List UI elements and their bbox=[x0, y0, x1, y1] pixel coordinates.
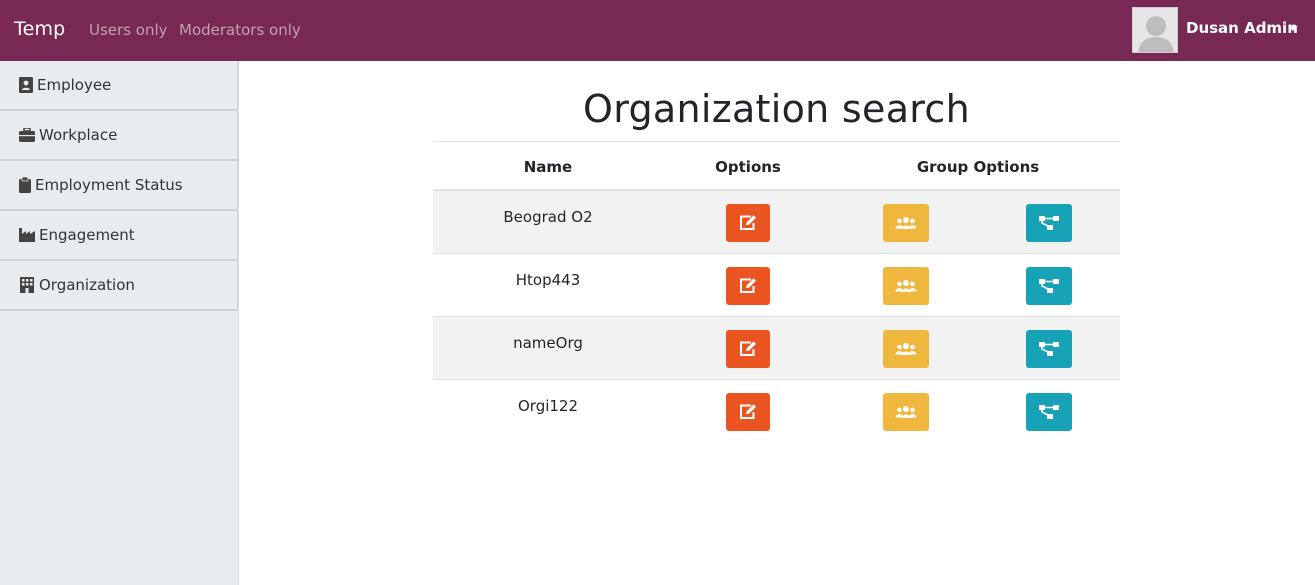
table-row: Htop443 bbox=[433, 254, 1120, 317]
table-header: Name Options Group Options bbox=[433, 141, 1120, 191]
sitemap-icon bbox=[1039, 405, 1059, 419]
edit-icon bbox=[740, 404, 756, 419]
users-icon bbox=[895, 280, 917, 292]
main-content: Organization search Name Options Group O… bbox=[239, 61, 1315, 585]
building-icon bbox=[20, 277, 34, 293]
table-row: Beograd O2 bbox=[433, 191, 1120, 254]
edit-icon bbox=[740, 278, 756, 293]
nav-users-only[interactable]: Users only bbox=[89, 21, 168, 39]
sidebar-item-employee[interactable]: Employee bbox=[0, 61, 238, 111]
sitemap-icon bbox=[1039, 342, 1059, 356]
organization-table: Name Options Group Options Beograd O2 Ht… bbox=[433, 141, 1120, 443]
address-card-icon bbox=[19, 77, 33, 93]
user-silhouette-icon bbox=[1133, 8, 1177, 52]
sitemap-icon bbox=[1039, 279, 1059, 293]
group-members-button[interactable] bbox=[883, 330, 929, 368]
industry-icon bbox=[19, 228, 35, 242]
column-header-options: Options bbox=[715, 158, 781, 176]
sidebar-item-workplace[interactable]: Workplace bbox=[0, 111, 238, 161]
hierarchy-button[interactable] bbox=[1026, 330, 1072, 368]
sidebar-item-label: Employment Status bbox=[35, 176, 183, 194]
users-icon bbox=[895, 343, 917, 355]
page-title: Organization search bbox=[583, 87, 970, 131]
column-header-name: Name bbox=[523, 158, 573, 176]
organization-name: Beograd O2 bbox=[503, 208, 593, 226]
group-members-button[interactable] bbox=[883, 393, 929, 431]
users-icon bbox=[895, 406, 917, 418]
sidebar-item-organization[interactable]: Organization bbox=[0, 261, 238, 311]
group-members-button[interactable] bbox=[883, 267, 929, 305]
avatar[interactable] bbox=[1132, 7, 1178, 53]
edit-icon bbox=[740, 341, 756, 356]
sidebar-item-label: Workplace bbox=[39, 126, 118, 144]
users-icon bbox=[895, 217, 917, 229]
briefcase-icon bbox=[19, 128, 35, 142]
hierarchy-button[interactable] bbox=[1026, 267, 1072, 305]
edit-button[interactable] bbox=[726, 204, 770, 242]
organization-name: Orgi122 bbox=[517, 397, 579, 415]
edit-icon bbox=[740, 215, 756, 230]
table-row: nameOrg bbox=[433, 317, 1120, 380]
brand-link[interactable]: Temp bbox=[14, 18, 65, 40]
top-navbar: Temp Users only Moderators only Dusan Ad… bbox=[0, 0, 1315, 61]
table-row: Orgi122 bbox=[433, 380, 1120, 443]
hierarchy-button[interactable] bbox=[1026, 393, 1072, 431]
chevron-down-icon[interactable] bbox=[1288, 26, 1298, 31]
organization-name: nameOrg bbox=[513, 334, 583, 352]
sidebar-item-label: Organization bbox=[39, 276, 135, 294]
nav-moderators-only[interactable]: Moderators only bbox=[179, 21, 301, 39]
sidebar-item-label: Engagement bbox=[39, 226, 135, 244]
edit-button[interactable] bbox=[726, 267, 770, 305]
sitemap-icon bbox=[1039, 216, 1059, 230]
edit-button[interactable] bbox=[726, 330, 770, 368]
user-menu-toggle[interactable]: Dusan Admin bbox=[1186, 19, 1298, 37]
sidebar-item-employment-status[interactable]: Employment Status bbox=[0, 161, 238, 211]
sidebar-item-label: Employee bbox=[37, 76, 112, 94]
column-header-group-options: Group Options bbox=[916, 158, 1040, 176]
sidebar: Employee Workplace Employment Status Eng… bbox=[0, 61, 239, 585]
clipboard-icon bbox=[19, 177, 31, 193]
sidebar-item-engagement[interactable]: Engagement bbox=[0, 211, 238, 261]
edit-button[interactable] bbox=[726, 393, 770, 431]
group-members-button[interactable] bbox=[883, 204, 929, 242]
hierarchy-button[interactable] bbox=[1026, 204, 1072, 242]
organization-name: Htop443 bbox=[515, 271, 581, 289]
